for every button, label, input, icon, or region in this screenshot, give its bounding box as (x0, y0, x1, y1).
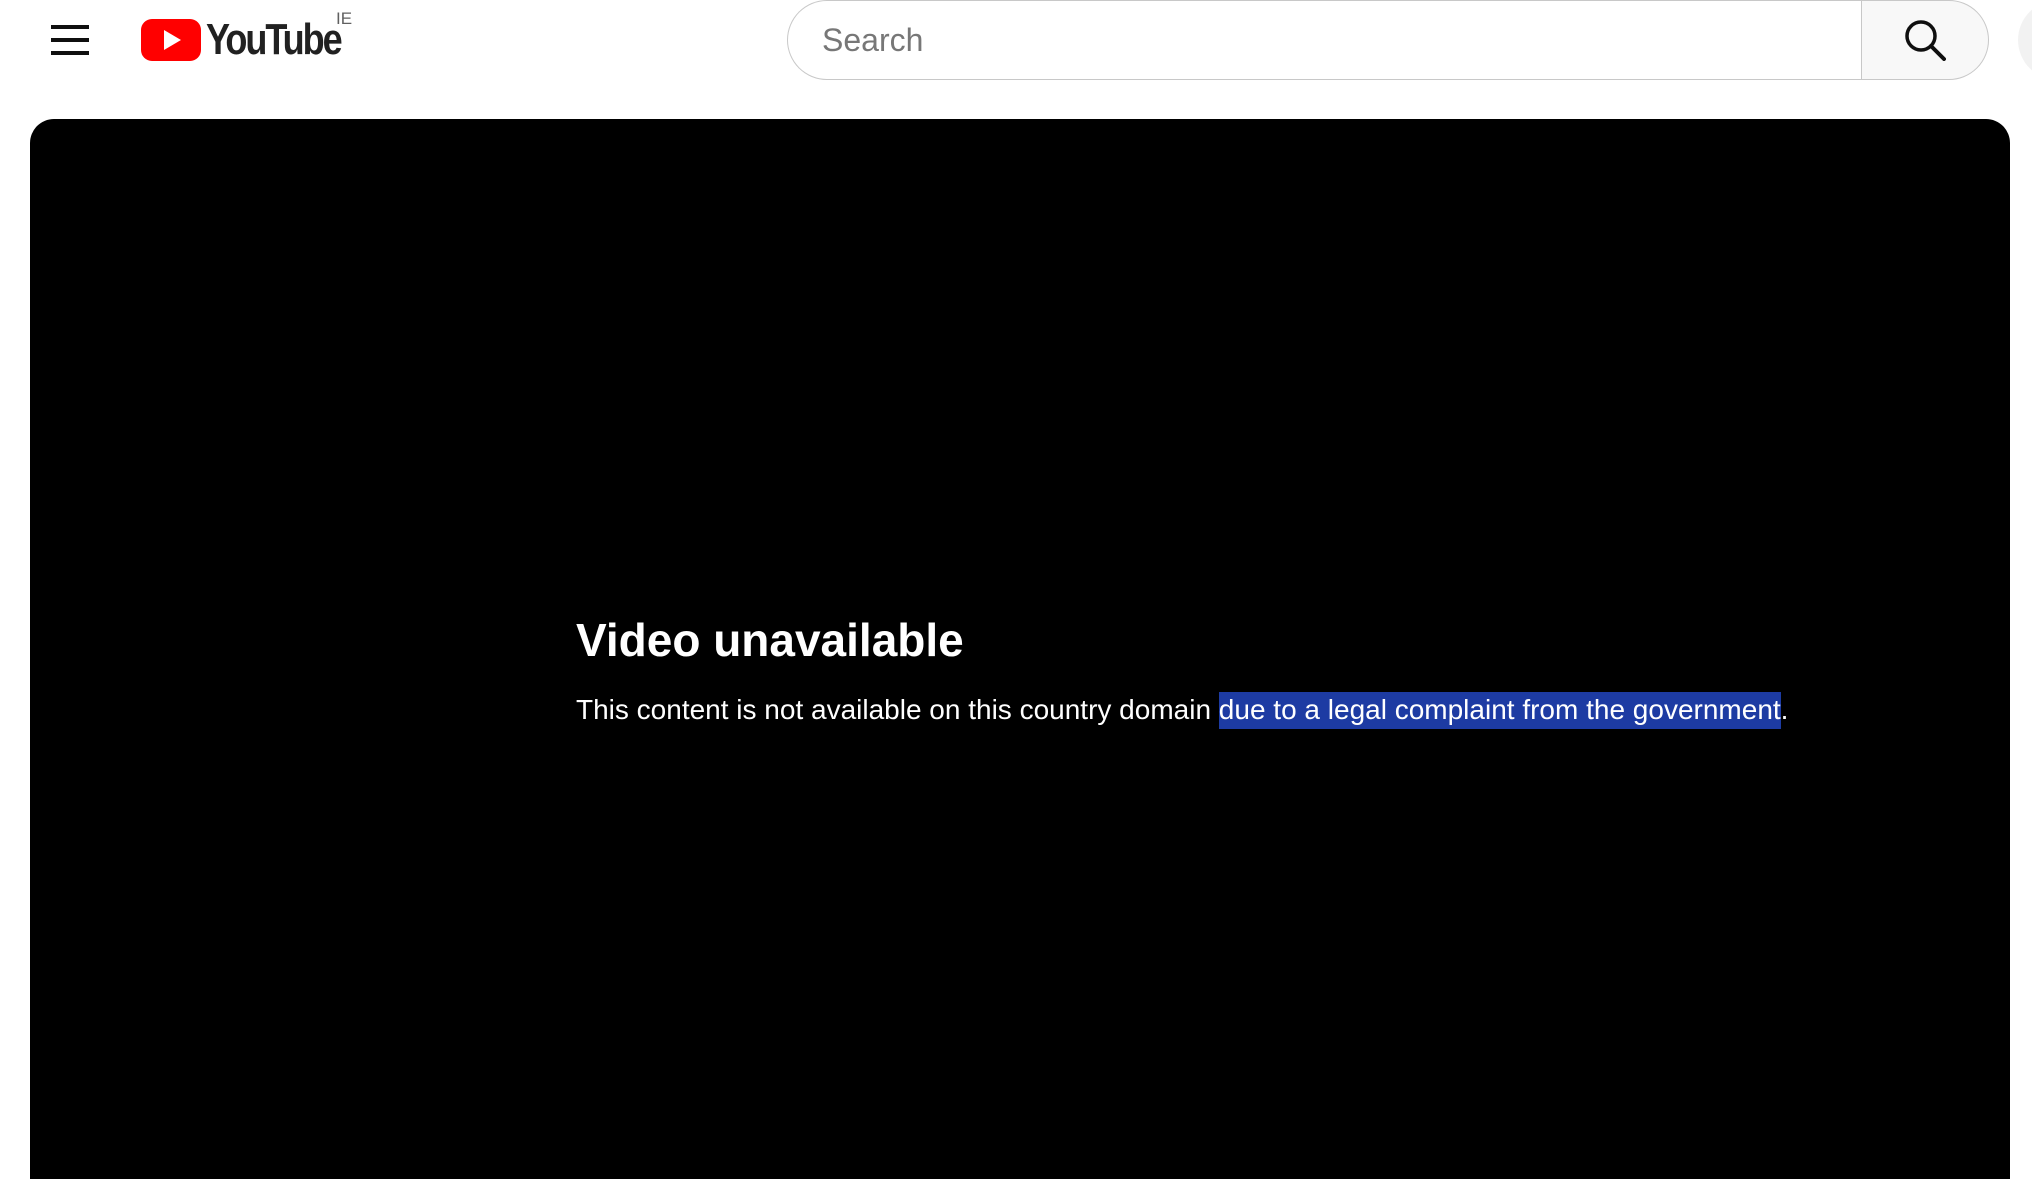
guide-menu-button[interactable] (38, 8, 102, 72)
masthead: YouTube IE (0, 0, 2032, 118)
search-input[interactable] (788, 20, 1861, 60)
logo-wordmark: YouTube (206, 15, 343, 64)
video-player[interactable]: Video unavailable This content is not av… (30, 119, 2010, 1179)
search-button[interactable] (1861, 0, 1989, 80)
search-box (787, 0, 1861, 80)
error-title: Video unavailable (576, 614, 964, 666)
error-reason-punctuation: . (1780, 694, 1789, 725)
error-reason-text: This content is not available on this co… (576, 694, 1219, 725)
selected-text-highlight: due to a legal complaint from the govern… (1218, 692, 1781, 729)
country-code-label: IE (336, 9, 353, 28)
youtube-play-logo (141, 19, 201, 61)
search-icon (1905, 20, 1946, 61)
voice-search-button[interactable] (2018, 0, 2032, 80)
hamburger-menu-icon (51, 25, 89, 55)
error-reason: This content is not available on this co… (576, 690, 1788, 730)
